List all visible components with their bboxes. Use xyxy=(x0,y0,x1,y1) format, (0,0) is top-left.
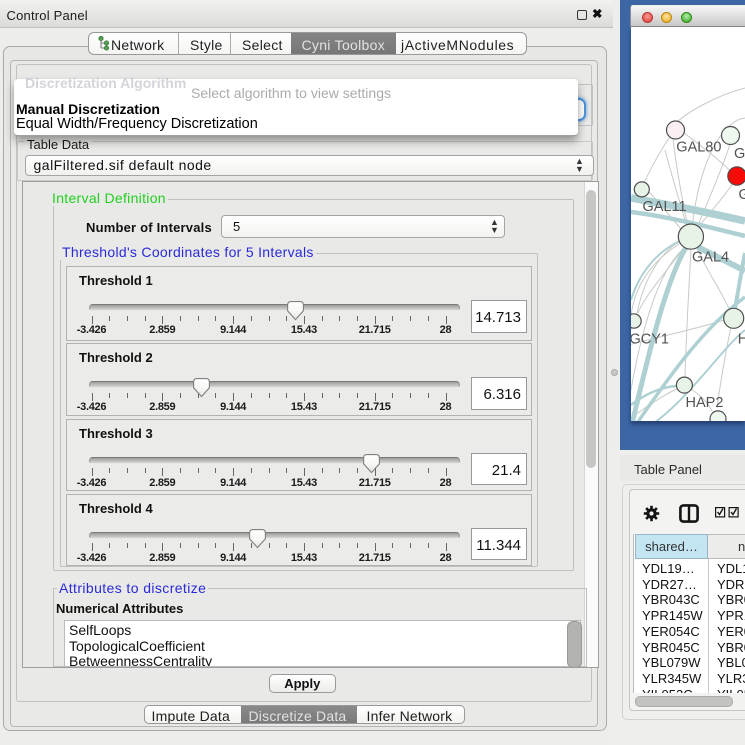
svg-text:GCY1: GCY1 xyxy=(631,332,669,348)
svg-text:H: H xyxy=(738,332,745,348)
svg-text:GAL11: GAL11 xyxy=(643,199,687,215)
svg-text:G: G xyxy=(739,187,745,203)
svg-text:GAL: GAL xyxy=(734,146,745,162)
svg-text:GAL4: GAL4 xyxy=(692,250,729,266)
svg-text:HAP2: HAP2 xyxy=(686,395,724,411)
svg-text:GAL80: GAL80 xyxy=(676,140,721,156)
